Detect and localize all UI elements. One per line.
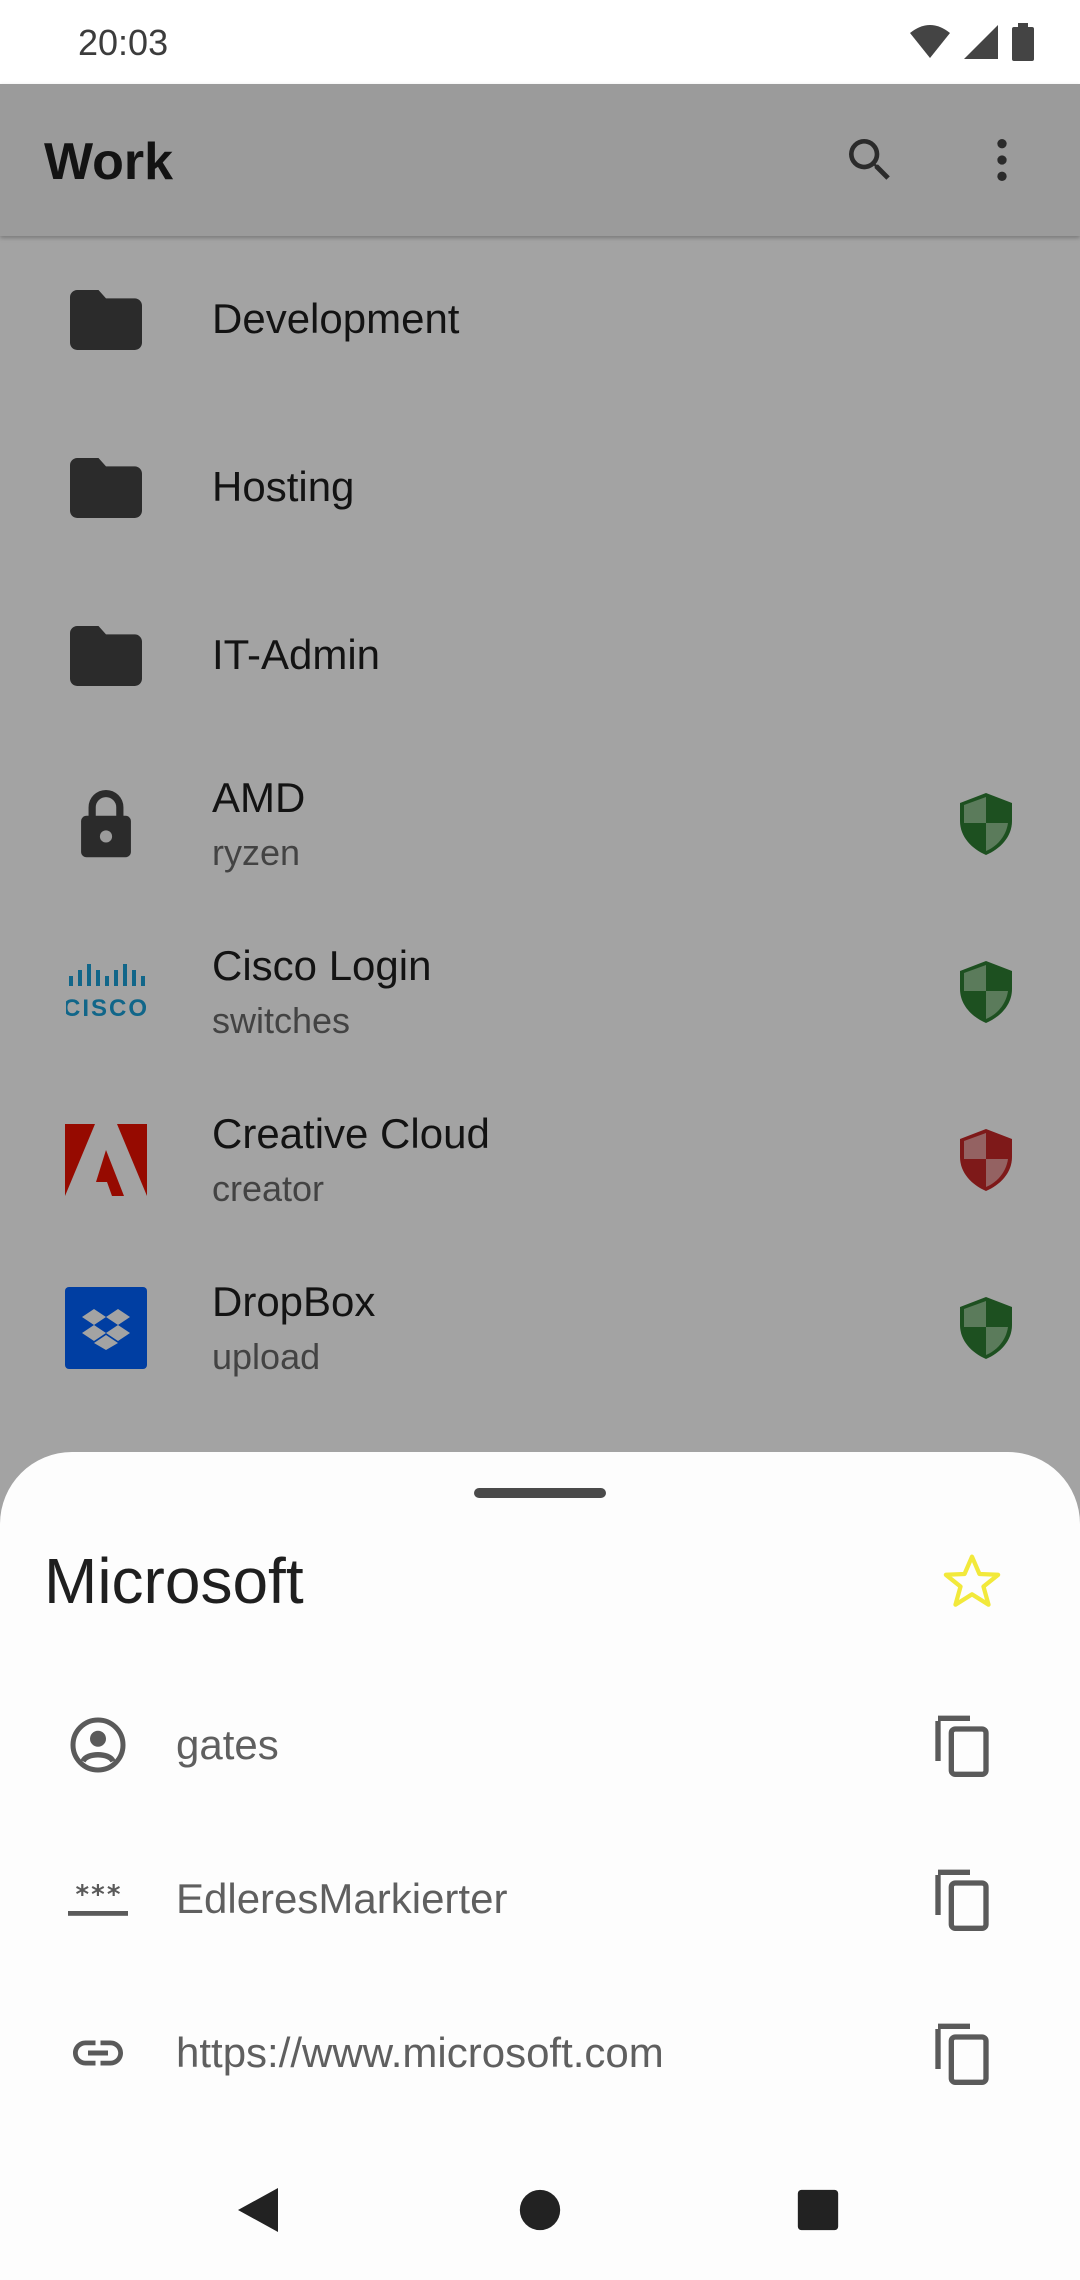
account-circle-icon bbox=[64, 1711, 132, 1779]
url-value: https://www.microsoft.com bbox=[176, 2029, 664, 2076]
password-field[interactable]: *** EdleresMarkierter bbox=[0, 1824, 1080, 1974]
svg-text:***: *** bbox=[75, 1880, 122, 1910]
battery-icon bbox=[1012, 23, 1034, 61]
copy-username-button[interactable] bbox=[928, 1711, 996, 1779]
sheet-title: Microsoft bbox=[44, 1545, 304, 1617]
status-time: 20:03 bbox=[78, 22, 169, 63]
drag-handle[interactable] bbox=[474, 1488, 606, 1498]
username-field[interactable]: gates bbox=[0, 1670, 1080, 1820]
link-icon bbox=[64, 2019, 132, 2087]
signal-icon bbox=[964, 25, 998, 59]
copy-password-button[interactable] bbox=[928, 1865, 996, 1933]
copy-icon bbox=[935, 1715, 989, 1777]
username-value: gates bbox=[176, 1721, 279, 1768]
status-bar: 20:03 bbox=[0, 0, 1080, 84]
back-icon[interactable] bbox=[224, 2176, 292, 2244]
url-field[interactable]: https://www.microsoft.com bbox=[0, 1978, 1080, 2128]
password-icon: *** bbox=[64, 1865, 132, 1933]
home-icon[interactable] bbox=[506, 2176, 574, 2244]
password-value: EdleresMarkierter bbox=[176, 1875, 508, 1922]
copy-icon bbox=[935, 1869, 989, 1931]
star-icon[interactable] bbox=[940, 1550, 1004, 1614]
copy-url-button[interactable] bbox=[928, 2019, 996, 2087]
recents-icon[interactable] bbox=[784, 2176, 852, 2244]
copy-icon bbox=[935, 2023, 989, 2085]
status-icons bbox=[910, 22, 1034, 62]
wifi-icon bbox=[910, 25, 950, 58]
navigation-bar bbox=[0, 2140, 1080, 2280]
